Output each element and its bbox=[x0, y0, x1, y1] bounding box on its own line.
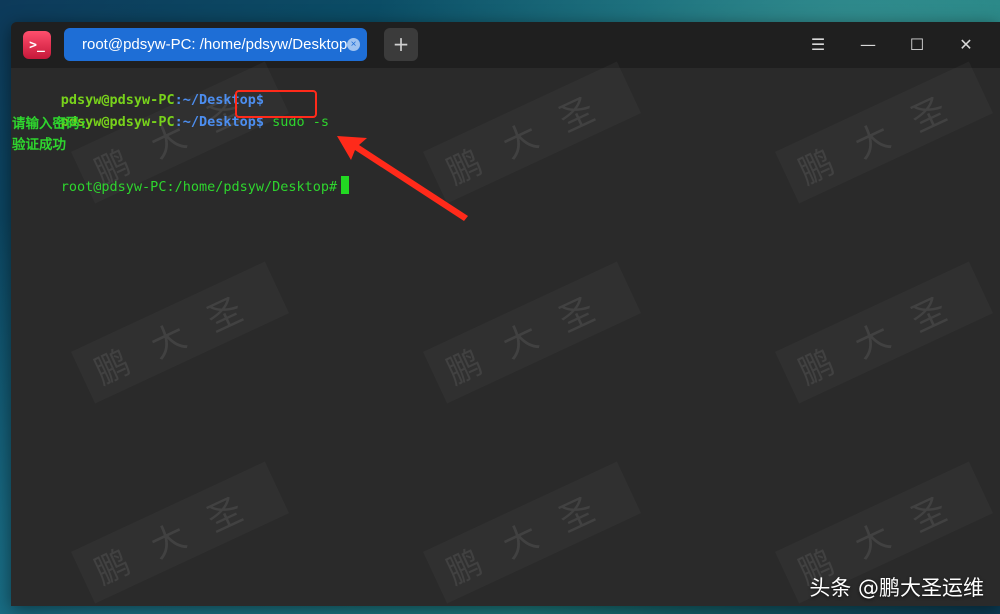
terminal-area[interactable]: 鹏大圣 鹏大圣 鹏大圣 鹏大圣 鹏大圣 鹏大圣 鹏大圣 鹏大圣 鹏大圣 pdsy… bbox=[11, 61, 1000, 606]
author-credit: 头条 @鹏大圣运维 bbox=[809, 576, 984, 600]
close-window-icon[interactable]: ✕ bbox=[955, 34, 977, 56]
close-icon[interactable]: × bbox=[347, 38, 360, 51]
tab-title: root@pdsyw-PC: /home/pdsyw/Desktop bbox=[82, 36, 348, 53]
title-bar: >_ root@pdsyw-PC: /home/pdsyw/Desktop × … bbox=[11, 22, 1000, 68]
plus-icon[interactable]: + bbox=[384, 28, 418, 61]
annotation-arrow-icon bbox=[337, 136, 468, 221]
maximize-icon[interactable]: ☐ bbox=[906, 34, 928, 56]
terminal-window: >_ root@pdsyw-PC: /home/pdsyw/Desktop × … bbox=[11, 22, 1000, 606]
hamburger-menu-icon[interactable]: ☰ bbox=[807, 34, 829, 56]
tab-root-desktop[interactable]: root@pdsyw-PC: /home/pdsyw/Desktop × bbox=[64, 28, 367, 61]
minimize-icon[interactable]: — bbox=[857, 34, 879, 56]
terminal-icon[interactable]: >_ bbox=[23, 31, 51, 59]
